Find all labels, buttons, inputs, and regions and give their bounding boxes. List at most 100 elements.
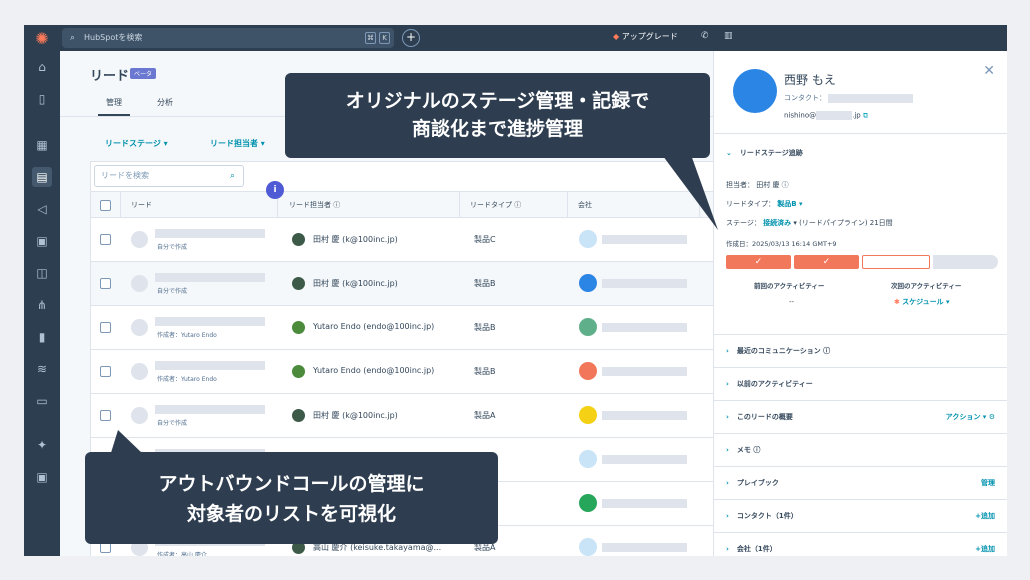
content-icon[interactable]: ▣ [32, 231, 52, 251]
apps-icon[interactable]: ▣ [32, 467, 52, 487]
company-logo [579, 362, 597, 380]
lead-owner[interactable]: 田村 慶 (k@100inc.jp) [313, 278, 398, 289]
select-all-checkbox[interactable] [100, 200, 111, 211]
redacted-email [816, 111, 853, 120]
crm-icon[interactable]: ▤ [32, 167, 52, 187]
table-header: リード リード担当者 ⓘ リードタイプ ⓘ 会社 [91, 191, 751, 218]
table-row[interactable]: 自分で作成 田村 慶 (k@100inc.jp) 製品B [91, 262, 751, 306]
owner-avatar [292, 409, 305, 422]
lead-created-by: 自分で作成 [157, 420, 188, 427]
company-logo [579, 450, 597, 468]
panel-section[interactable]: › メモ ⓘ [726, 445, 760, 455]
dashboard-icon[interactable]: ▦ [32, 135, 52, 155]
lead-type: 製品C [474, 235, 496, 244]
info-bubble[interactable]: i [266, 181, 284, 199]
phone-icon[interactable]: ✆ [701, 31, 709, 41]
breeze-icon[interactable]: ✦ [32, 435, 52, 455]
lead-created-by: 自分で作成 [157, 288, 188, 295]
schedule-dropdown: スケジュール ▾ [902, 298, 950, 306]
callout-outbound-list: アウトバウンドコールの管理に 対象者のリストを可視化 [85, 452, 498, 544]
callout-bottom-line1: アウトバウンドコールの管理に [158, 473, 425, 495]
table-row[interactable]: 自分で作成 田村 慶 (k@100inc.jp) 製品C [91, 218, 751, 262]
stage-segment-done-2[interactable]: ✓ [794, 255, 859, 269]
search-icon: ⌕ [70, 33, 76, 43]
created-date: 作成日：2025/03/13 16:14 GMT+9 [726, 240, 837, 248]
redacted-company [602, 279, 687, 288]
create-button[interactable]: + [402, 29, 420, 47]
panel-section-label: 最近のコミュニケーション ⓘ [736, 347, 831, 355]
panel-section[interactable]: › コンタクト（1件） [726, 511, 798, 521]
automation-icon[interactable]: ⋔ [32, 295, 52, 315]
lead-type: 製品B [474, 279, 496, 288]
email-prefix: nishino@ [784, 111, 817, 120]
lead-avatar [131, 319, 148, 336]
panel-section[interactable]: › 以前のアクティビティー [726, 379, 813, 389]
row-checkbox[interactable] [100, 322, 111, 333]
chevron-right-icon: › [726, 479, 729, 487]
marketing-icon[interactable]: ◁ [32, 199, 52, 219]
tab-analyze[interactable]: 分析 [157, 97, 173, 108]
stage-tracker-header[interactable]: ⌄ リードステージ追跡 [726, 148, 803, 158]
marketplace-icon[interactable]: ▥ [724, 31, 733, 41]
redacted-company [602, 455, 687, 464]
panel-section[interactable]: › このリードの概要 [726, 412, 793, 422]
close-icon[interactable]: ✕ [983, 63, 995, 79]
stage-segment-current[interactable] [862, 255, 930, 269]
stage-field: ステージ： 接続済み ▾ (リードパイプライン) 21日間 [726, 218, 893, 228]
hubspot-logo-icon[interactable]: ✺ [33, 29, 51, 48]
filter-lead-owner[interactable]: リード担当者 ▾ [210, 138, 265, 149]
tab-manage[interactable]: 管理 [106, 97, 122, 108]
global-search-input[interactable]: ⌕ HubSpotを検索 ⌘ K [62, 28, 394, 48]
column-header-owner[interactable]: リード担当者 ⓘ [289, 200, 340, 210]
library-icon[interactable]: ▭ [32, 391, 52, 411]
data-icon[interactable]: ≋ [32, 359, 52, 379]
panel-section-action[interactable]: 管理 [981, 478, 995, 488]
lead-owner[interactable]: 田村 慶 (k@100inc.jp) [313, 410, 398, 421]
redacted-contact [828, 93, 914, 103]
stage-segment-done-1[interactable]: ✓ [726, 255, 791, 269]
stage-dropdown[interactable]: 接続済み [763, 219, 791, 227]
stage-label: ステージ： [726, 219, 761, 227]
lead-search-input[interactable]: リードを検索 ⌕ [94, 165, 244, 187]
panel-section-label: 会社（1件） [736, 545, 777, 553]
upgrade-button[interactable]: ◆ アップグレード [613, 31, 678, 42]
contact-email[interactable]: nishino@ .jp ⧉ [784, 111, 868, 121]
stage-tracker-title: リードステージ追跡 [739, 149, 803, 157]
lead-type: 製品B [474, 323, 496, 332]
row-checkbox[interactable] [100, 278, 111, 289]
filter-lead-stage[interactable]: リードステージ ▾ [105, 138, 168, 149]
row-checkbox[interactable] [100, 366, 111, 377]
contact-avatar [733, 69, 777, 113]
table-row[interactable]: 作成者：Yutaro Endo Yutaro Endo (endo@100inc.… [91, 306, 751, 350]
lead-owner[interactable]: 田村 慶 (k@100inc.jp) [313, 234, 398, 245]
panel-section[interactable]: › プレイブック [726, 478, 779, 488]
lead-owner[interactable]: Yutaro Endo (endo@100inc.jp) [313, 322, 434, 331]
home-icon[interactable]: ⌂ [32, 57, 52, 77]
stage-segment-todo[interactable] [933, 255, 998, 269]
sales-icon[interactable]: ◫ [32, 263, 52, 283]
column-header-type[interactable]: リードタイプ ⓘ [470, 200, 521, 210]
bookmark-icon[interactable]: ▯ [32, 89, 52, 109]
copy-icon[interactable]: ⧉ [863, 112, 868, 120]
table-row[interactable]: 作成者：Yutaro Endo Yutaro Endo (endo@100inc.… [91, 350, 751, 394]
lead-preview-panel: 西野 もえ コンタクト： nishino@ .jp ⧉ ✕ ⌄ リードステージ追跡 … [713, 51, 1007, 556]
column-header-lead[interactable]: リード [131, 200, 152, 210]
panel-section[interactable]: › 最近のコミュニケーション ⓘ [726, 346, 830, 356]
type-dropdown[interactable]: 製品B ▾ [777, 200, 802, 208]
table-row[interactable]: 自分で作成 田村 慶 (k@100inc.jp) 製品A [91, 394, 751, 438]
row-checkbox[interactable] [100, 410, 111, 421]
panel-section[interactable]: › 会社（1件） [726, 544, 777, 554]
next-activity-schedule[interactable]: ✱ スケジュール ▾ [894, 297, 950, 307]
calendar-icon: ✱ [894, 298, 900, 306]
lead-created-by: 自分で作成 [157, 244, 188, 251]
row-checkbox[interactable] [100, 234, 111, 245]
reports-icon[interactable]: ▮ [32, 327, 52, 347]
panel-section-action[interactable]: +追加 [975, 544, 995, 554]
lead-created-by: 作成者：Yutaro Endo [157, 376, 217, 383]
owner-avatar [292, 277, 305, 290]
panel-section-action[interactable]: +追加 [975, 511, 995, 521]
column-header-company[interactable]: 会社 [578, 200, 592, 210]
redacted-company [602, 323, 687, 332]
lead-owner[interactable]: Yutaro Endo (endo@100inc.jp) [313, 366, 434, 375]
panel-section-action[interactable]: アクション ▾ ⚙ [946, 412, 995, 422]
